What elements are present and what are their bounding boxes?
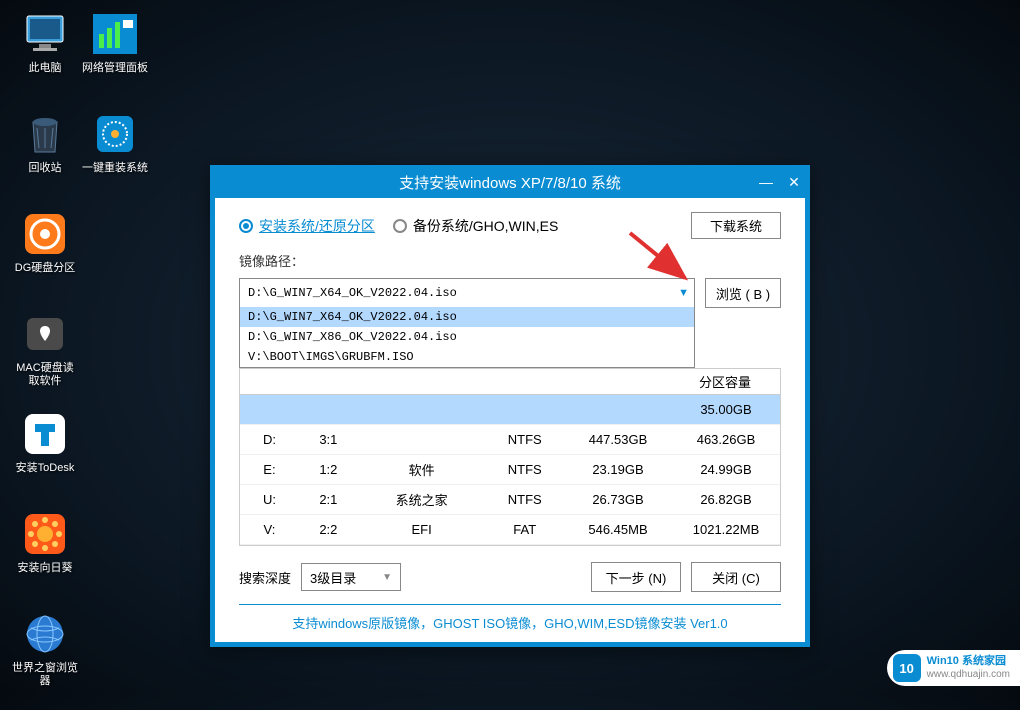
radio-install-restore[interactable]: 安装系统/还原分区 bbox=[239, 216, 375, 236]
watermark-logo-icon: 10 bbox=[893, 654, 921, 682]
icon-label: 安装向日葵 bbox=[18, 562, 73, 575]
recycle-bin-icon[interactable]: 回收站 bbox=[10, 110, 80, 210]
download-system-button[interactable]: 下载系统 bbox=[691, 212, 781, 239]
desktop-icons-grid: 此电脑 网络管理面板 回收站 一键重装系统 DG硬盘分区 MAC硬盘读取软件 安… bbox=[10, 10, 150, 710]
network-panel-icon[interactable]: 网络管理面板 bbox=[80, 10, 150, 110]
radio-icon bbox=[239, 219, 253, 233]
theworld-browser-icon[interactable]: 世界之窗浏览器 bbox=[10, 610, 80, 710]
this-pc-icon[interactable]: 此电脑 bbox=[10, 10, 80, 110]
install-sunflower-icon[interactable]: 安装向日葵 bbox=[10, 510, 80, 610]
browse-button[interactable]: 浏览 ( B ) bbox=[705, 278, 781, 308]
close-button[interactable]: ✕ bbox=[785, 173, 803, 191]
install-todesk-icon[interactable]: 安装ToDesk bbox=[10, 410, 80, 510]
chevron-down-icon[interactable]: ▼ bbox=[678, 287, 689, 299]
partition-table: 分区容量 35.00GB D: 3:1 NTFS 447.53GB 463.26… bbox=[239, 368, 781, 546]
next-button[interactable]: 下一步 (N) bbox=[591, 562, 681, 592]
icon-label: 一键重装系统 bbox=[82, 162, 148, 175]
table-row[interactable]: E: 1:2 软件 NTFS 23.19GB 24.99GB bbox=[240, 455, 780, 485]
chevron-down-icon: ▼ bbox=[382, 572, 392, 583]
watermark: 10 Win10 系统家园 www.qdhuajin.com bbox=[887, 650, 1020, 686]
radio-label: 备份系统/GHO,WIN,ES bbox=[413, 216, 558, 236]
dropdown-option[interactable]: D:\G_WIN7_X64_OK_V2022.04.iso bbox=[240, 307, 694, 327]
radio-icon bbox=[393, 219, 407, 233]
window-title: 支持安装windows XP/7/8/10 系统 bbox=[399, 172, 621, 193]
column-header-capacity: 分区容量 bbox=[670, 372, 780, 391]
path-dropdown-list: D:\G_WIN7_X64_OK_V2022.04.iso D:\G_WIN7_… bbox=[239, 307, 695, 368]
icon-label: 网络管理面板 bbox=[82, 62, 148, 75]
icon-label: 安装ToDesk bbox=[16, 462, 75, 475]
watermark-url: www.qdhuajin.com bbox=[927, 669, 1010, 681]
search-depth-label: 搜索深度 bbox=[239, 568, 291, 587]
close-button[interactable]: 关闭 (C) bbox=[691, 562, 781, 592]
icon-label: MAC硬盘读取软件 bbox=[11, 362, 79, 388]
radio-label: 安装系统/还原分区 bbox=[259, 216, 375, 236]
table-row[interactable]: V: 2:2 EFI FAT 546.45MB 1021.22MB bbox=[240, 515, 780, 545]
image-path-label: 镜像路径： bbox=[239, 251, 781, 270]
image-path-input[interactable] bbox=[239, 278, 695, 308]
table-row[interactable]: D: 3:1 NTFS 447.53GB 463.26GB bbox=[240, 425, 780, 455]
icon-label: 此电脑 bbox=[29, 62, 62, 75]
titlebar[interactable]: 支持安装windows XP/7/8/10 系统 — ✕ bbox=[211, 166, 809, 198]
table-row[interactable]: U: 2:1 系统之家 NTFS 26.73GB 26.82GB bbox=[240, 485, 780, 515]
radio-backup[interactable]: 备份系统/GHO,WIN,ES bbox=[393, 216, 558, 236]
table-row[interactable]: 35.00GB bbox=[240, 395, 780, 425]
dropdown-option[interactable]: V:\BOOT\IMGS\GRUBFM.ISO bbox=[240, 347, 694, 367]
mac-disk-reader-icon[interactable]: MAC硬盘读取软件 bbox=[10, 310, 80, 410]
watermark-title: Win10 系统家园 bbox=[927, 655, 1010, 668]
icon-label: 回收站 bbox=[29, 162, 62, 175]
footer-text: 支持windows原版镜像，GHOST ISO镜像，GHO,WIM,ESD镜像安… bbox=[239, 604, 781, 632]
minimize-button[interactable]: — bbox=[757, 173, 775, 191]
dropdown-option[interactable]: D:\G_WIN7_X86_OK_V2022.04.iso bbox=[240, 327, 694, 347]
icon-label: DG硬盘分区 bbox=[15, 262, 76, 275]
dg-partition-icon[interactable]: DG硬盘分区 bbox=[10, 210, 80, 310]
icon-label: 世界之窗浏览器 bbox=[11, 662, 79, 688]
search-depth-select[interactable]: 3级目录 ▼ bbox=[301, 563, 401, 591]
installer-window: 支持安装windows XP/7/8/10 系统 — ✕ 安装系统/还原分区 备… bbox=[210, 165, 810, 647]
reinstall-system-icon[interactable]: 一键重装系统 bbox=[80, 110, 150, 210]
